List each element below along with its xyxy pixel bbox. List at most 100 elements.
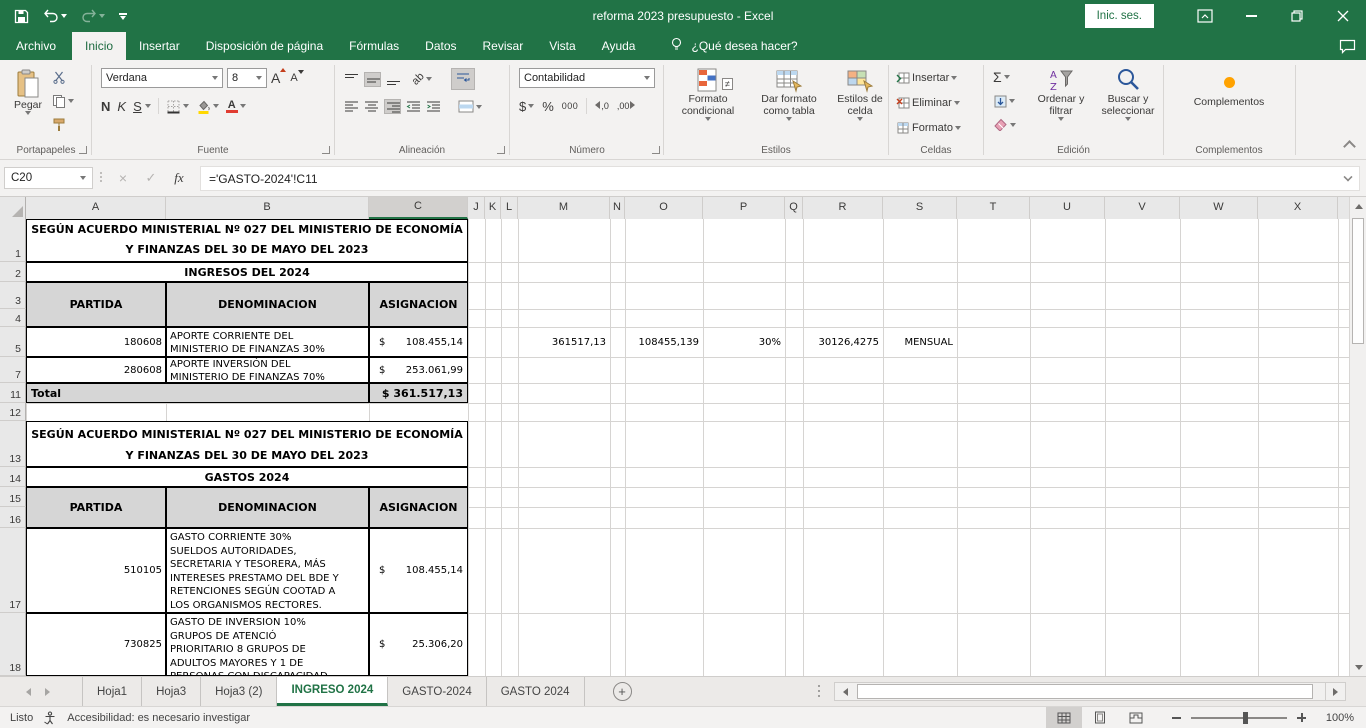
wrap-text-button[interactable]: [451, 68, 475, 90]
format-as-table-button[interactable]: Dar formato como tabla: [747, 62, 831, 121]
page-layout-view-button[interactable]: [1082, 707, 1118, 728]
scroll-up-button[interactable]: [1350, 197, 1366, 215]
delete-cells-button[interactable]: Eliminar: [896, 92, 961, 113]
column-header-Q[interactable]: Q: [785, 197, 803, 219]
redo-dropdown-icon[interactable]: [99, 14, 105, 18]
accessibility-status[interactable]: Accesibilidad: es necesario investigar: [67, 712, 250, 724]
accounting-format-button[interactable]: $: [519, 96, 534, 117]
tab-inicio[interactable]: Inicio: [72, 32, 126, 60]
merge-center-button[interactable]: [458, 96, 482, 117]
orientation-button[interactable]: ab: [412, 69, 432, 90]
comment-button[interactable]: [1339, 32, 1356, 60]
font-name-combo[interactable]: Verdana: [101, 68, 223, 88]
cell-ingresos-title[interactable]: INGRESOS DEL 2024: [26, 262, 468, 282]
format-cells-button[interactable]: Formato: [896, 117, 961, 138]
align-top-button[interactable]: [344, 73, 359, 86]
font-color-dropdown-icon[interactable]: [240, 104, 246, 108]
cell-C18[interactable]: $ 25.306,20: [369, 613, 468, 676]
fill-button[interactable]: [993, 90, 1016, 111]
close-button[interactable]: [1320, 0, 1366, 32]
tab-ayuda[interactable]: Ayuda: [589, 32, 649, 60]
zoom-slider[interactable]: [1191, 717, 1287, 719]
cell-M5[interactable]: 361517,13: [518, 327, 610, 357]
cell-C7[interactable]: $ 253.061,99: [369, 357, 468, 383]
cell-R5[interactable]: 30126,4275: [803, 327, 883, 357]
tab-formulas[interactable]: Fórmulas: [336, 32, 412, 60]
zoom-out-button[interactable]: [1172, 717, 1181, 719]
percent-button[interactable]: %: [542, 99, 554, 114]
cell-S5[interactable]: MENSUAL: [883, 327, 957, 357]
new-sheet-button[interactable]: +: [613, 682, 632, 701]
zoom-level[interactable]: 100%: [1320, 712, 1366, 724]
next-sheet-button[interactable]: [45, 688, 50, 696]
tab-archivo[interactable]: Archivo: [0, 32, 72, 60]
number-dialog-launcher-icon[interactable]: [652, 146, 660, 154]
column-header-V[interactable]: V: [1105, 197, 1180, 219]
row-header-7[interactable]: 7: [0, 357, 26, 383]
sheet-tab-hoja1[interactable]: Hoja1: [82, 677, 142, 706]
row-header-4[interactable]: 4: [0, 309, 26, 327]
font-dialog-launcher-icon[interactable]: [322, 146, 330, 154]
column-header-A[interactable]: A: [26, 197, 166, 219]
tab-disposicion[interactable]: Disposición de página: [193, 32, 336, 60]
save-icon[interactable]: [14, 9, 29, 24]
cell-header-denominacion-2[interactable]: DENOMINACION: [166, 487, 369, 528]
sheet-tab-gasto-2024a[interactable]: GASTO-2024: [388, 677, 486, 706]
cell-B17[interactable]: GASTO CORRIENTE 30% SUELDOS AUTORIDADES,…: [166, 528, 369, 613]
normal-view-button[interactable]: [1046, 707, 1082, 728]
align-left-button[interactable]: [344, 100, 359, 113]
increase-decimal-button[interactable]: ,0: [595, 101, 609, 111]
select-all-button[interactable]: [0, 197, 26, 219]
prev-sheet-button[interactable]: [26, 688, 31, 696]
cell-B18[interactable]: GASTO DE INVERSION 10% GRUPOS DE ATENCIÓ…: [166, 613, 369, 676]
cell-header-partida-1[interactable]: PARTIDA: [26, 282, 166, 327]
redo-button[interactable]: [81, 9, 105, 23]
fill-color-button[interactable]: [196, 96, 219, 117]
cell-header-partida-2[interactable]: PARTIDA: [26, 487, 166, 528]
cell-header-denominacion-1[interactable]: DENOMINACION: [166, 282, 369, 327]
find-select-button[interactable]: Buscar y seleccionar: [1093, 62, 1163, 121]
accessibility-icon[interactable]: [43, 711, 57, 725]
cell-acuerdo-title-2[interactable]: SEGÚN ACUERDO MINISTERIAL Nº 027 DEL MIN…: [26, 421, 468, 467]
decrease-indent-button[interactable]: [406, 100, 421, 113]
cell-B7[interactable]: APORTE INVERSIÓN DEL MINISTERIO DE FINAN…: [166, 357, 369, 383]
scroll-left-button[interactable]: [835, 683, 855, 700]
column-header-C[interactable]: C: [369, 197, 468, 219]
name-box[interactable]: C20: [4, 167, 93, 189]
cancel-entry-button[interactable]: ×: [112, 168, 134, 188]
vertical-scrollbar[interactable]: [1349, 197, 1366, 676]
cell-total-label[interactable]: Total: [26, 383, 369, 403]
cell-A17[interactable]: 510105: [26, 528, 166, 613]
horizontal-scrollbar-thumb[interactable]: [857, 684, 1313, 699]
column-header-U[interactable]: U: [1030, 197, 1105, 219]
cell-C5[interactable]: $ 108.455,14: [369, 327, 468, 357]
column-header-M[interactable]: M: [518, 197, 610, 219]
underline-button[interactable]: S: [133, 99, 142, 114]
tab-vista[interactable]: Vista: [536, 32, 588, 60]
column-header-B[interactable]: B: [166, 197, 369, 219]
cell-header-asignacion-1[interactable]: ASIGNACION: [369, 282, 468, 327]
cell-total-value[interactable]: $ 361.517,13: [369, 383, 468, 403]
align-center-button[interactable]: [364, 100, 379, 113]
minimize-button[interactable]: [1228, 0, 1274, 32]
column-header-R[interactable]: R: [803, 197, 883, 219]
undo-button[interactable]: [43, 9, 67, 23]
align-middle-button[interactable]: [364, 72, 381, 87]
decrease-font-button[interactable]: A: [290, 72, 297, 84]
fill-color-dropdown-icon[interactable]: [213, 104, 219, 108]
underline-dropdown-icon[interactable]: [145, 104, 151, 108]
column-header-W[interactable]: W: [1180, 197, 1258, 219]
row-header-16[interactable]: 16: [0, 507, 26, 528]
row-header-12[interactable]: 12: [0, 403, 26, 421]
row-header-1[interactable]: 1: [0, 219, 26, 262]
paste-button[interactable]: Pegar: [8, 64, 48, 115]
row-header-17[interactable]: 17: [0, 528, 26, 613]
bold-button[interactable]: N: [101, 99, 110, 114]
format-painter-button[interactable]: [52, 114, 74, 135]
horizontal-scrollbar[interactable]: [834, 682, 1346, 701]
formula-input[interactable]: ='GASTO-2024'!C11: [200, 166, 1360, 191]
clipboard-dialog-launcher-icon[interactable]: [79, 146, 87, 154]
sheet-tab-gasto-2024b[interactable]: GASTO 2024: [487, 677, 585, 706]
column-header-J[interactable]: J: [468, 197, 485, 219]
insert-function-button[interactable]: fx: [168, 168, 190, 188]
